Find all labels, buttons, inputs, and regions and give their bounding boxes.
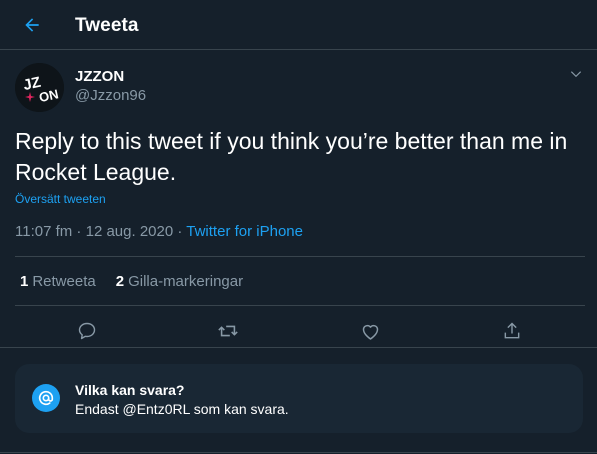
- share-button[interactable]: [499, 318, 525, 344]
- like-button[interactable]: [357, 318, 383, 344]
- meta-separator: ·: [72, 223, 86, 240]
- tweet-time[interactable]: 11:07 fm: [15, 223, 72, 240]
- author-name[interactable]: JZZON: [75, 68, 124, 85]
- reply-restriction-card: Vilka kan svara? Endast @Entz0RL som kan…: [15, 364, 583, 433]
- reply-restriction-subtitle: Endast @Entz0RL som kan svara.: [75, 401, 289, 417]
- divider: [0, 452, 597, 453]
- retweets-count: 1: [20, 273, 29, 290]
- retweets-stat[interactable]: 1 Retweeta: [20, 273, 96, 290]
- divider: [15, 305, 585, 306]
- tweet-page: Tweeta JZ ON JZZON @Jzzon96 Reply to thi…: [0, 0, 597, 454]
- author-handle[interactable]: @Jzzon96: [75, 87, 146, 104]
- reply-restriction-title: Vilka kan svara?: [75, 382, 185, 398]
- jzzon-logo-icon: JZ ON: [15, 63, 64, 112]
- retweet-icon: [218, 325, 238, 337]
- likes-stat[interactable]: 2 Gilla-markeringar: [116, 273, 243, 290]
- likes-label: Gilla-markeringar: [128, 273, 244, 290]
- translate-link[interactable]: Översätt tweeten: [15, 192, 106, 206]
- meta-separator: ·: [173, 223, 187, 240]
- arrow-left-icon: [25, 18, 39, 32]
- tweet-text: Reply to this tweet if you think you’re …: [15, 128, 568, 185]
- back-button[interactable]: [16, 9, 48, 41]
- avatar[interactable]: JZ ON: [15, 63, 64, 112]
- divider: [0, 347, 597, 348]
- likes-count: 2: [115, 273, 125, 290]
- at-sign-icon: [32, 384, 60, 412]
- like-icon: [362, 324, 378, 340]
- divider: [15, 256, 585, 257]
- top-bar: Tweeta: [0, 0, 597, 50]
- chevron-down-icon: [570, 71, 582, 78]
- reply-icon: [78, 322, 96, 340]
- reply-button[interactable]: [74, 318, 100, 344]
- retweets-label: Retweeta: [32, 273, 96, 290]
- tweet-date[interactable]: 12 aug. 2020: [86, 223, 174, 240]
- more-options-button[interactable]: [566, 64, 586, 84]
- tweet-stats: 1 Retweeta 2 Gilla-markeringar: [20, 273, 243, 290]
- tweet-meta: 11:07 fm · 12 aug. 2020 · Twitter for iP…: [15, 223, 303, 240]
- retweet-button[interactable]: [215, 318, 241, 344]
- share-icon: [504, 322, 520, 339]
- page-title: Tweeta: [75, 15, 139, 36]
- tweet-source-link[interactable]: Twitter for iPhone: [186, 223, 303, 240]
